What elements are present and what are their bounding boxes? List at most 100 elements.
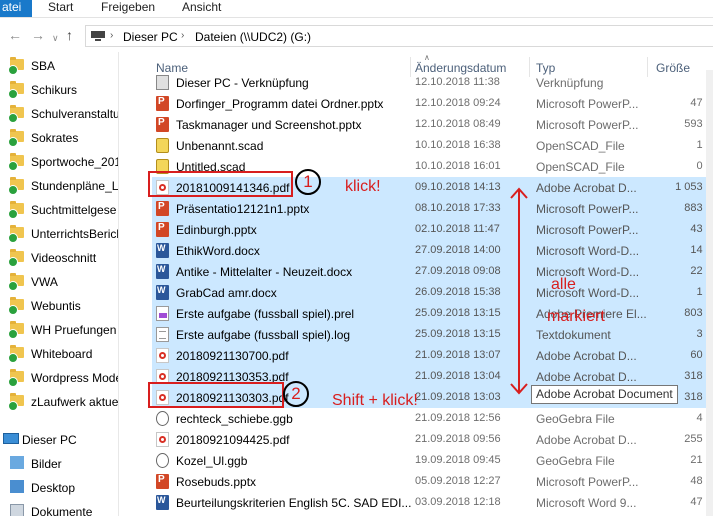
file-row[interactable]: rechteck_schiebe.ggb 21.09.2018 12:56 GeoG… <box>152 408 713 429</box>
sidebar-item-folder[interactable]: Sportwoche_201 <box>0 151 118 173</box>
file-name: Edinburgh.pptx <box>176 223 257 237</box>
file-date: 12.10.2018 08:49 <box>415 118 501 130</box>
file-size: 883 K <box>684 202 713 214</box>
vertical-scrollbar[interactable] <box>706 70 713 516</box>
breadcrumb-separator-icon: › <box>181 30 185 41</box>
file-type: Adobe Acrobat D... <box>536 370 637 384</box>
computer-icon <box>91 31 105 41</box>
file-row[interactable]: Präsentatio12121n1.pptx 08.10.2018 17:33 M… <box>152 198 713 219</box>
sidebar-item-label: SBA <box>31 59 56 73</box>
sidebar-item-library[interactable]: Bilder <box>0 453 118 475</box>
file-size: 318 K <box>684 370 713 382</box>
file-type: Adobe Acrobat D... <box>536 433 637 447</box>
file-date: 09.10.2018 14:13 <box>415 181 501 193</box>
pdf-file-icon <box>156 432 169 447</box>
file-row[interactable]: GrabCad amr.docx26.09.2018 15:38Microsof… <box>152 282 713 303</box>
forward-icon[interactable]: → <box>31 27 45 43</box>
file-size: 47 K <box>690 97 713 109</box>
sync-check-icon <box>8 257 18 267</box>
file-size: 803 K <box>684 307 713 319</box>
pane-divider[interactable] <box>118 52 119 516</box>
sidebar-item-folder[interactable]: Sokrates <box>0 127 118 149</box>
chevron-down-icon[interactable]: ∨ <box>52 30 59 46</box>
file-row[interactable]: Unbenannt.scad 10.10.2018 16:38 OpenSCAD_F… <box>152 135 713 156</box>
file-size: 22 K <box>690 265 713 277</box>
sidebar-item-folder[interactable]: SBA <box>0 55 118 77</box>
up-arrow-icon[interactable]: ↑ <box>66 27 73 43</box>
scad-file-icon <box>156 138 169 153</box>
sidebar-item-label: Wordpress Mode <box>31 371 118 385</box>
file-row[interactable]: Erste aufgabe (fussball spiel).prel 25.09… <box>152 303 713 324</box>
file-type: Microsoft Word 9... <box>536 496 637 510</box>
file-row[interactable]: Taskmanager und Screenshot.pptx 12.10.201… <box>152 114 713 135</box>
file-row[interactable]: Rosebuds.pptx 05.09.2018 12:27 Microsoft P… <box>152 471 713 492</box>
file-name: EthikWord.docx <box>176 244 260 258</box>
sidebar-item-folder[interactable]: Webuntis <box>0 295 118 317</box>
sidebar-item-folder[interactable]: Videoschnitt <box>0 247 118 269</box>
sidebar-item-this-pc[interactable]: Dieser PC <box>0 429 118 451</box>
sync-check-icon <box>8 377 18 387</box>
geogebra-file-icon <box>156 453 169 468</box>
file-date: 21.09.2018 13:04 <box>415 370 501 382</box>
annotation-step-2: 2 <box>283 381 309 407</box>
file-type: Microsoft PowerP... <box>536 118 639 132</box>
word-file-icon <box>156 285 169 300</box>
file-date: 12.10.2018 11:38 <box>415 76 500 88</box>
file-date: 27.09.2018 09:08 <box>415 265 501 277</box>
sidebar-item-folder[interactable]: WH Pruefungen <box>0 319 118 341</box>
file-name: Erste aufgabe (fussball spiel).prel <box>176 307 355 321</box>
file-date: 25.09.2018 13:15 <box>415 307 501 319</box>
file-row[interactable]: Dieser PC - Verknüpfung 12.10.2018 11:38 V… <box>152 72 713 93</box>
sync-check-icon <box>8 401 18 411</box>
word-file-icon <box>156 495 169 510</box>
sidebar-item-folder[interactable]: zLaufwerk aktue <box>0 391 118 413</box>
sidebar-item-folder[interactable]: Stundenpläne_Le <box>0 175 118 197</box>
file-name: Dieser PC - Verknüpfung <box>176 76 309 90</box>
tab-start[interactable]: Start <box>48 0 73 17</box>
file-size: 593 K <box>684 118 713 130</box>
file-row[interactable]: Erste aufgabe (fussball spiel).log 25.09.… <box>152 324 713 345</box>
navigation-pane: SBA Schikurs Schulveranstaltu Sokrates Sport… <box>0 52 118 516</box>
powerpoint-file-icon <box>156 474 169 489</box>
sync-check-icon <box>8 113 18 123</box>
sidebar-item-folder[interactable]: Schikurs <box>0 79 118 101</box>
sidebar-item-label: Desktop <box>31 481 76 495</box>
file-row[interactable]: Dorfinger_Programm datei Ordner.pptx 12.1… <box>152 93 713 114</box>
file-row[interactable]: 20180921130700.pdf 21.09.2018 13:07 Adobe … <box>152 345 713 366</box>
sidebar-item-label: Stundenpläne_Le <box>31 179 118 193</box>
powerpoint-file-icon <box>156 201 169 216</box>
sidebar-item-folder[interactable]: Whiteboard <box>0 343 118 365</box>
sync-check-icon <box>8 209 18 219</box>
breadcrumb-this-pc[interactable]: Dieser PC <box>123 30 178 44</box>
geogebra-file-icon <box>156 411 169 426</box>
file-size: 1 K <box>696 286 713 298</box>
tab-share[interactable]: Freigeben <box>101 0 155 17</box>
file-name: rechteck_schiebe.ggb <box>176 412 293 426</box>
file-size: 14 K <box>690 244 713 256</box>
sidebar-item-label: Webuntis <box>31 299 81 313</box>
computer-icon <box>3 433 19 444</box>
sidebar-item-folder[interactable]: Wordpress Mode <box>0 367 118 389</box>
back-icon[interactable]: ← <box>8 27 22 43</box>
file-row[interactable]: EthikWord.docx 27.09.2018 14:00 Microsoft … <box>152 240 713 261</box>
file-row[interactable]: Antike - Mittelalter - Neuzeit.docx 27.09… <box>152 261 713 282</box>
sidebar-item-library[interactable]: Dokumente <box>0 501 118 516</box>
file-row[interactable]: Beurteilungskriterien English 5C. SAD ED… <box>152 492 713 513</box>
sidebar-item-folder[interactable]: UnterrichtsBericl <box>0 223 118 245</box>
sidebar-item-folder[interactable]: Schulveranstaltu <box>0 103 118 125</box>
annotation-box-first <box>148 171 293 197</box>
sidebar-item-folder[interactable]: Suchtmittelgese <box>0 199 118 221</box>
sidebar-item-library[interactable]: Desktop <box>0 477 118 499</box>
address-bar[interactable]: › Dieser PC › Dateien (\\UDC2) (G:) <box>85 25 713 47</box>
file-row[interactable]: 20180921094425.pdf 21.09.2018 09:56 Adobe … <box>152 429 713 450</box>
sidebar-item-folder[interactable]: VWA <box>0 271 118 293</box>
tab-view[interactable]: Ansicht <box>182 0 221 17</box>
file-row[interactable]: Edinburgh.pptx 02.10.2018 11:47 Microsoft … <box>152 219 713 240</box>
file-name: 20180921094425.pdf <box>176 433 290 447</box>
word-file-icon <box>156 243 169 258</box>
sidebar-item-label: WH Pruefungen <box>31 323 117 337</box>
breadcrumb-drive[interactable]: Dateien (\\UDC2) (G:) <box>195 30 311 44</box>
file-row[interactable]: Kozel_Ul.ggb 19.09.2018 09:45 GeoGebra Fil… <box>152 450 713 471</box>
tab-file[interactable]: atei <box>0 0 32 17</box>
file-size: 3 K <box>696 328 713 340</box>
